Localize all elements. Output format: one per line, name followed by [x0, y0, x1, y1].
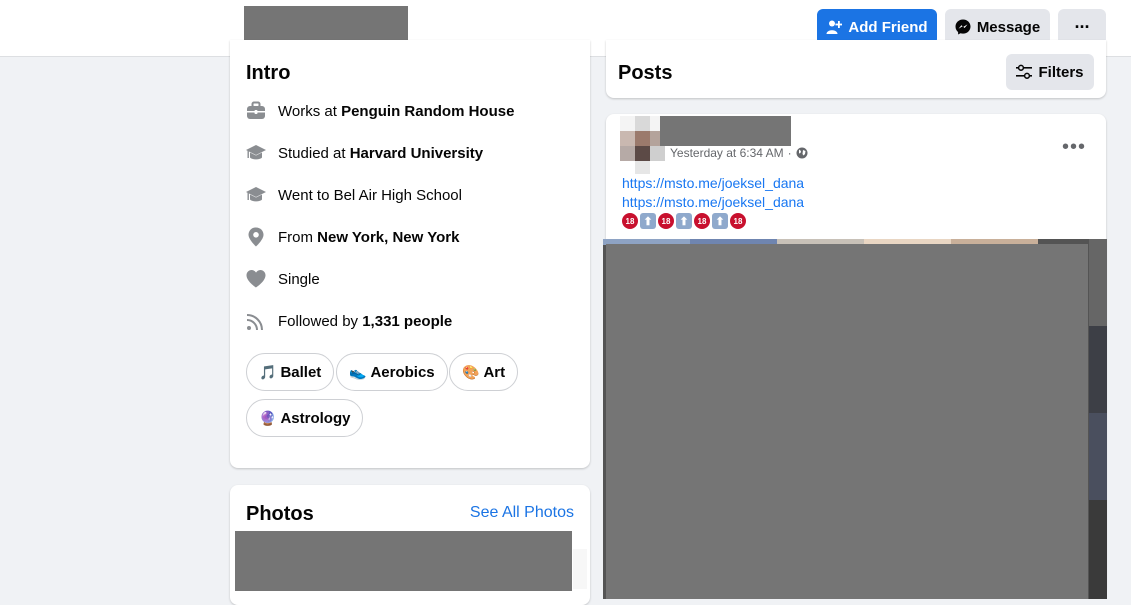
- hobby-label: Astrology: [280, 409, 351, 427]
- no-under-18-icon: 18: [694, 213, 710, 229]
- post-card: Yesterday at 6:34 AM · ••• https://msto.…: [603, 114, 1107, 599]
- intro-relationship: Single: [246, 265, 320, 293]
- filters-button[interactable]: Filters: [1006, 54, 1094, 90]
- intro-text: Single: [278, 270, 320, 288]
- palette-icon: 🎨: [462, 363, 480, 380]
- hometown-link[interactable]: New York, New York: [317, 229, 459, 246]
- intro-followers: Followed by 1,331 people: [246, 307, 452, 335]
- intro-text: Went to Bel Air High School: [278, 186, 462, 204]
- hobby-ballet[interactable]: 🎵 Ballet: [246, 353, 335, 391]
- heart-icon: [246, 269, 266, 289]
- message-label: Message: [976, 18, 1041, 36]
- intro-title: Intro: [246, 62, 291, 84]
- sneaker-icon: 👟: [349, 363, 367, 380]
- briefcase-icon: [246, 101, 266, 121]
- redacted-image: [606, 244, 1088, 599]
- up-arrow-icon: ⬆: [640, 213, 656, 229]
- post-link[interactable]: https://msto.me/joeksel_dana: [622, 175, 804, 191]
- hobby-label: Aerobics: [370, 363, 435, 381]
- emoji-sequence: 18 ⬆ 18 ⬆ 18 ⬆ 18: [622, 213, 746, 229]
- post-image[interactable]: [603, 239, 1107, 599]
- intro-card: Intro Works at Penguin Random House Stud…: [230, 40, 590, 468]
- add-person-icon: [826, 20, 843, 34]
- redacted-profile-name: [244, 6, 408, 42]
- hobby-label: Ballet: [280, 363, 322, 381]
- intro-education: Studied at Harvard University: [246, 139, 483, 167]
- up-arrow-icon: ⬆: [676, 213, 692, 229]
- graduation-cap-icon: [246, 143, 266, 163]
- school-link[interactable]: Harvard University: [350, 145, 483, 162]
- redacted-photo[interactable]: [235, 531, 572, 591]
- up-arrow-icon: ⬆: [712, 213, 728, 229]
- more-dots-icon: ···: [1074, 16, 1091, 37]
- posts-title: Posts: [618, 62, 673, 84]
- rss-feed-icon: [246, 311, 266, 331]
- no-under-18-icon: 18: [622, 213, 638, 229]
- no-under-18-icon: 18: [658, 213, 674, 229]
- post-link[interactable]: https://msto.me/joeksel_dana: [622, 194, 804, 210]
- intro-work: Works at Penguin Random House: [246, 97, 514, 125]
- intro-hometown: From New York, New York: [246, 223, 459, 251]
- post-options-button[interactable]: •••: [1062, 136, 1086, 159]
- hobby-astrology[interactable]: 🔮 Astrology: [246, 399, 364, 437]
- post-author-avatar[interactable]: [620, 116, 665, 174]
- globe-icon: [796, 147, 808, 159]
- sliders-icon: [1016, 64, 1033, 79]
- graduation-cap-icon: [246, 185, 266, 205]
- filters-label: Filters: [1038, 63, 1084, 81]
- photos-title: Photos: [246, 503, 314, 525]
- messenger-icon: [955, 19, 971, 35]
- hobby-aerobics[interactable]: 👟 Aerobics: [336, 353, 448, 391]
- crystal-ball-icon: 🔮: [259, 409, 277, 426]
- redacted-post-author[interactable]: [660, 116, 791, 146]
- intro-text: Works at: [278, 102, 342, 120]
- post-timestamp[interactable]: Yesterday at 6:34 AM ·: [670, 146, 808, 160]
- intro-high-school: Went to Bel Air High School: [246, 181, 462, 209]
- separator-dot: ·: [787, 146, 792, 160]
- intro-text: Studied at: [278, 144, 350, 162]
- see-all-photos-link[interactable]: See All Photos: [470, 504, 574, 522]
- posts-header-card: Posts Filters: [606, 40, 1106, 98]
- hobby-art[interactable]: 🎨 Art: [449, 353, 519, 391]
- timestamp-text: Yesterday at 6:34 AM: [670, 146, 784, 160]
- no-under-18-icon: 18: [730, 213, 746, 229]
- photos-card: Photos See All Photos: [230, 485, 590, 605]
- hobby-label: Art: [483, 363, 506, 381]
- music-note-icon: 🎵: [259, 363, 277, 380]
- followers-link[interactable]: 1,331 people: [362, 313, 452, 330]
- intro-text: From: [278, 228, 318, 246]
- employer-link[interactable]: Penguin Random House: [341, 103, 514, 120]
- intro-text: Followed by: [278, 312, 363, 330]
- photo-thumbnail[interactable]: [573, 549, 587, 589]
- location-pin-icon: [246, 227, 266, 247]
- add-friend-label: Add Friend: [848, 18, 928, 36]
